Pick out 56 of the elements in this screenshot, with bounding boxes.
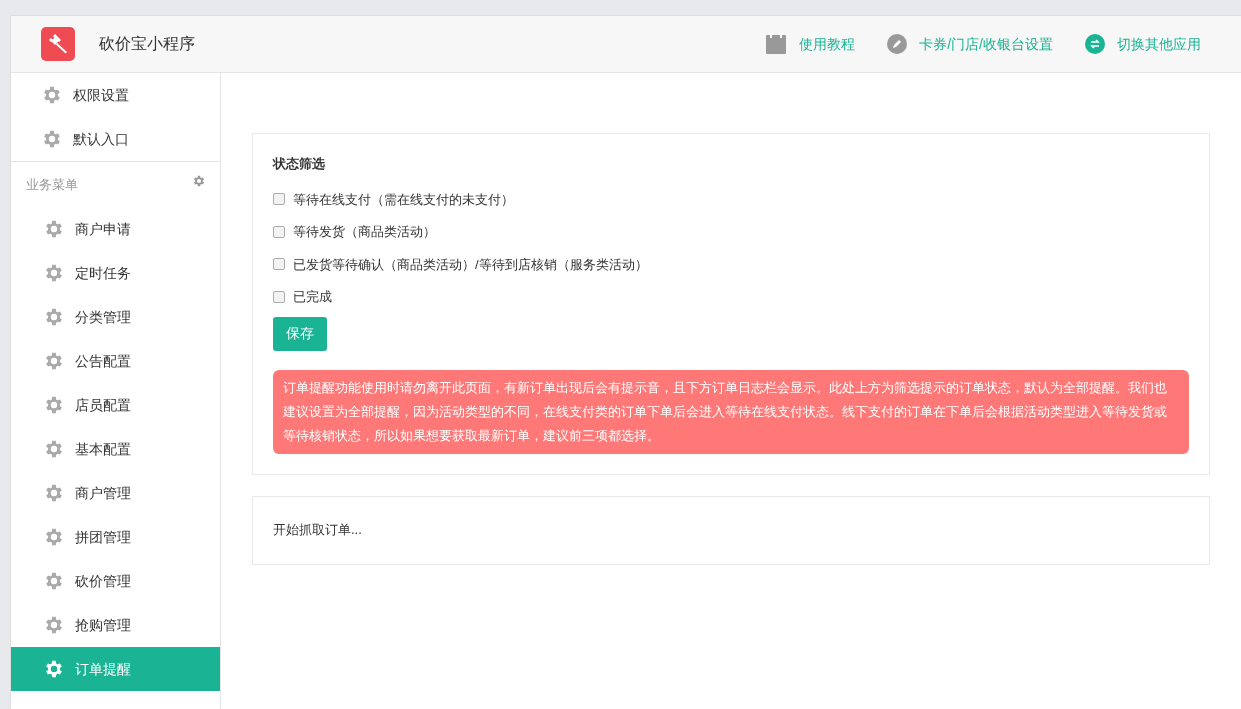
sidebar-item[interactable]: 店员配置	[11, 383, 220, 427]
sidebar-item[interactable]: 基本配置	[11, 427, 220, 471]
gear-icon	[43, 218, 65, 240]
app-title: 砍价宝小程序	[99, 34, 195, 54]
sidebar-item-label: 店员配置	[75, 395, 131, 415]
section-title: 业务菜单	[26, 175, 78, 194]
notice-alert: 订单提醒功能使用时请勿离开此页面，有新订单出现后会有提示音，且下方订单日志栏会显示。此处上方为筛选提示的订单状态，默认为全部提醒。我们也建议设置为全部提醒，因为活动类型的不同，在线支付类的订单下单后会进入等待在线支付状态。线下支付的订单在下单后会根据活动类型进入等待发货或等待核销状态，所以如果想要获取最新订单，建议前三项都选择。	[273, 369, 1189, 454]
checkbox[interactable]	[273, 193, 285, 206]
sidebar-item-label: 权限设置	[73, 85, 129, 105]
gear-icon	[41, 84, 63, 106]
swap-icon	[1085, 34, 1105, 54]
sidebar-item-label: 定时任务	[75, 263, 131, 283]
sidebar-item[interactable]: 分类管理	[11, 295, 220, 339]
sidebar-item[interactable]: 定时任务	[11, 251, 220, 295]
sidebar-item-label: 商户申请	[75, 219, 131, 239]
gear-icon	[192, 173, 206, 188]
sidebar-item-label: 砍价管理	[75, 571, 131, 591]
sidebar-item[interactable]: 公告配置	[11, 339, 220, 383]
sidebar-item-label: 抢购管理	[75, 615, 131, 635]
gear-icon	[43, 482, 65, 504]
sidebar-item-label: 公告配置	[75, 351, 131, 371]
gear-icon	[43, 262, 65, 284]
gear-icon	[41, 128, 63, 150]
gear-icon	[43, 526, 65, 548]
checkbox[interactable]	[273, 290, 285, 303]
gear-icon	[43, 658, 65, 680]
checkbox-label: 已发货等待确认（商品类活动）/等待到店核销（服务类活动）	[293, 255, 648, 274]
sidebar-item[interactable]: 商户管理	[11, 471, 220, 515]
sidebar-item[interactable]: 拼团管理	[11, 515, 220, 559]
sidebar-item[interactable]: 抢购管理	[11, 603, 220, 647]
notebook-icon	[765, 33, 788, 55]
checkbox[interactable]	[273, 258, 285, 271]
hammer-logo-icon	[41, 27, 75, 61]
gear-icon	[43, 570, 65, 592]
card-title: 状态筛选	[273, 155, 326, 173]
sidebar-item-label: 基本配置	[75, 439, 131, 459]
gear-icon	[43, 394, 65, 416]
sidebar-item-label: 订单提醒	[75, 659, 131, 679]
sidebar-item[interactable]: 商户申请	[11, 207, 220, 251]
sidebar-item-label: 商户管理	[75, 483, 131, 503]
log-text: 开始抓取订单...	[273, 521, 362, 540]
pencil-icon	[887, 34, 908, 54]
gear-icon	[43, 350, 65, 372]
checkbox-label: 等待发货（商品类活动）	[293, 223, 436, 241]
sidebar-item[interactable]: 砍价管理	[11, 559, 220, 603]
sidebar-item-label: 拼团管理	[75, 527, 131, 547]
gear-icon	[43, 438, 65, 460]
checkbox-label: 已完成	[293, 288, 332, 306]
sidebar-item-label: 默认入口	[73, 129, 129, 149]
checkbox-label: 等待在线支付（需在线支付的未支付）	[293, 190, 514, 209]
gear-icon	[43, 614, 65, 636]
checkbox[interactable]	[273, 225, 285, 238]
gear-icon	[43, 306, 65, 328]
sidebar-item[interactable]: 权限设置	[11, 73, 220, 117]
sidebar-item-label: 分类管理	[75, 307, 131, 327]
sidebar-item[interactable]: 默认入口	[11, 117, 220, 161]
